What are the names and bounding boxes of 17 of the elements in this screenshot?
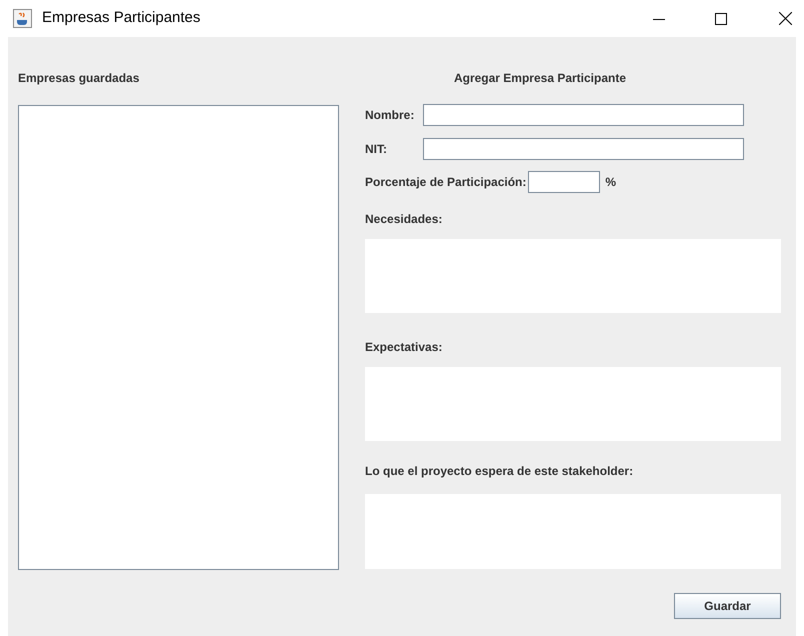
close-icon[interactable] [779, 12, 792, 25]
window-title: Empresas Participantes [42, 8, 200, 28]
field-label: Porcentaje de Participación: [365, 174, 526, 191]
input-field[interactable] [423, 138, 744, 160]
maximize-icon[interactable] [715, 12, 727, 24]
list-label: Empresas guardadas [18, 70, 140, 86]
input-field[interactable] [528, 171, 600, 193]
area-label: Lo que el proyecto espera de este stakeholder: [365, 463, 634, 479]
form-heading: Agregar Empresa Participante [452, 70, 628, 86]
app-icon [13, 9, 32, 28]
save-button[interactable]: Guardar [674, 593, 781, 619]
area-label: Necesidades: [365, 211, 444, 227]
input-field[interactable] [423, 104, 744, 126]
field-label: NIT: [365, 141, 388, 158]
field-label: Nombre: [365, 107, 416, 124]
percent-sign: % [605, 174, 616, 191]
area-label: Expectativas: [365, 339, 444, 355]
